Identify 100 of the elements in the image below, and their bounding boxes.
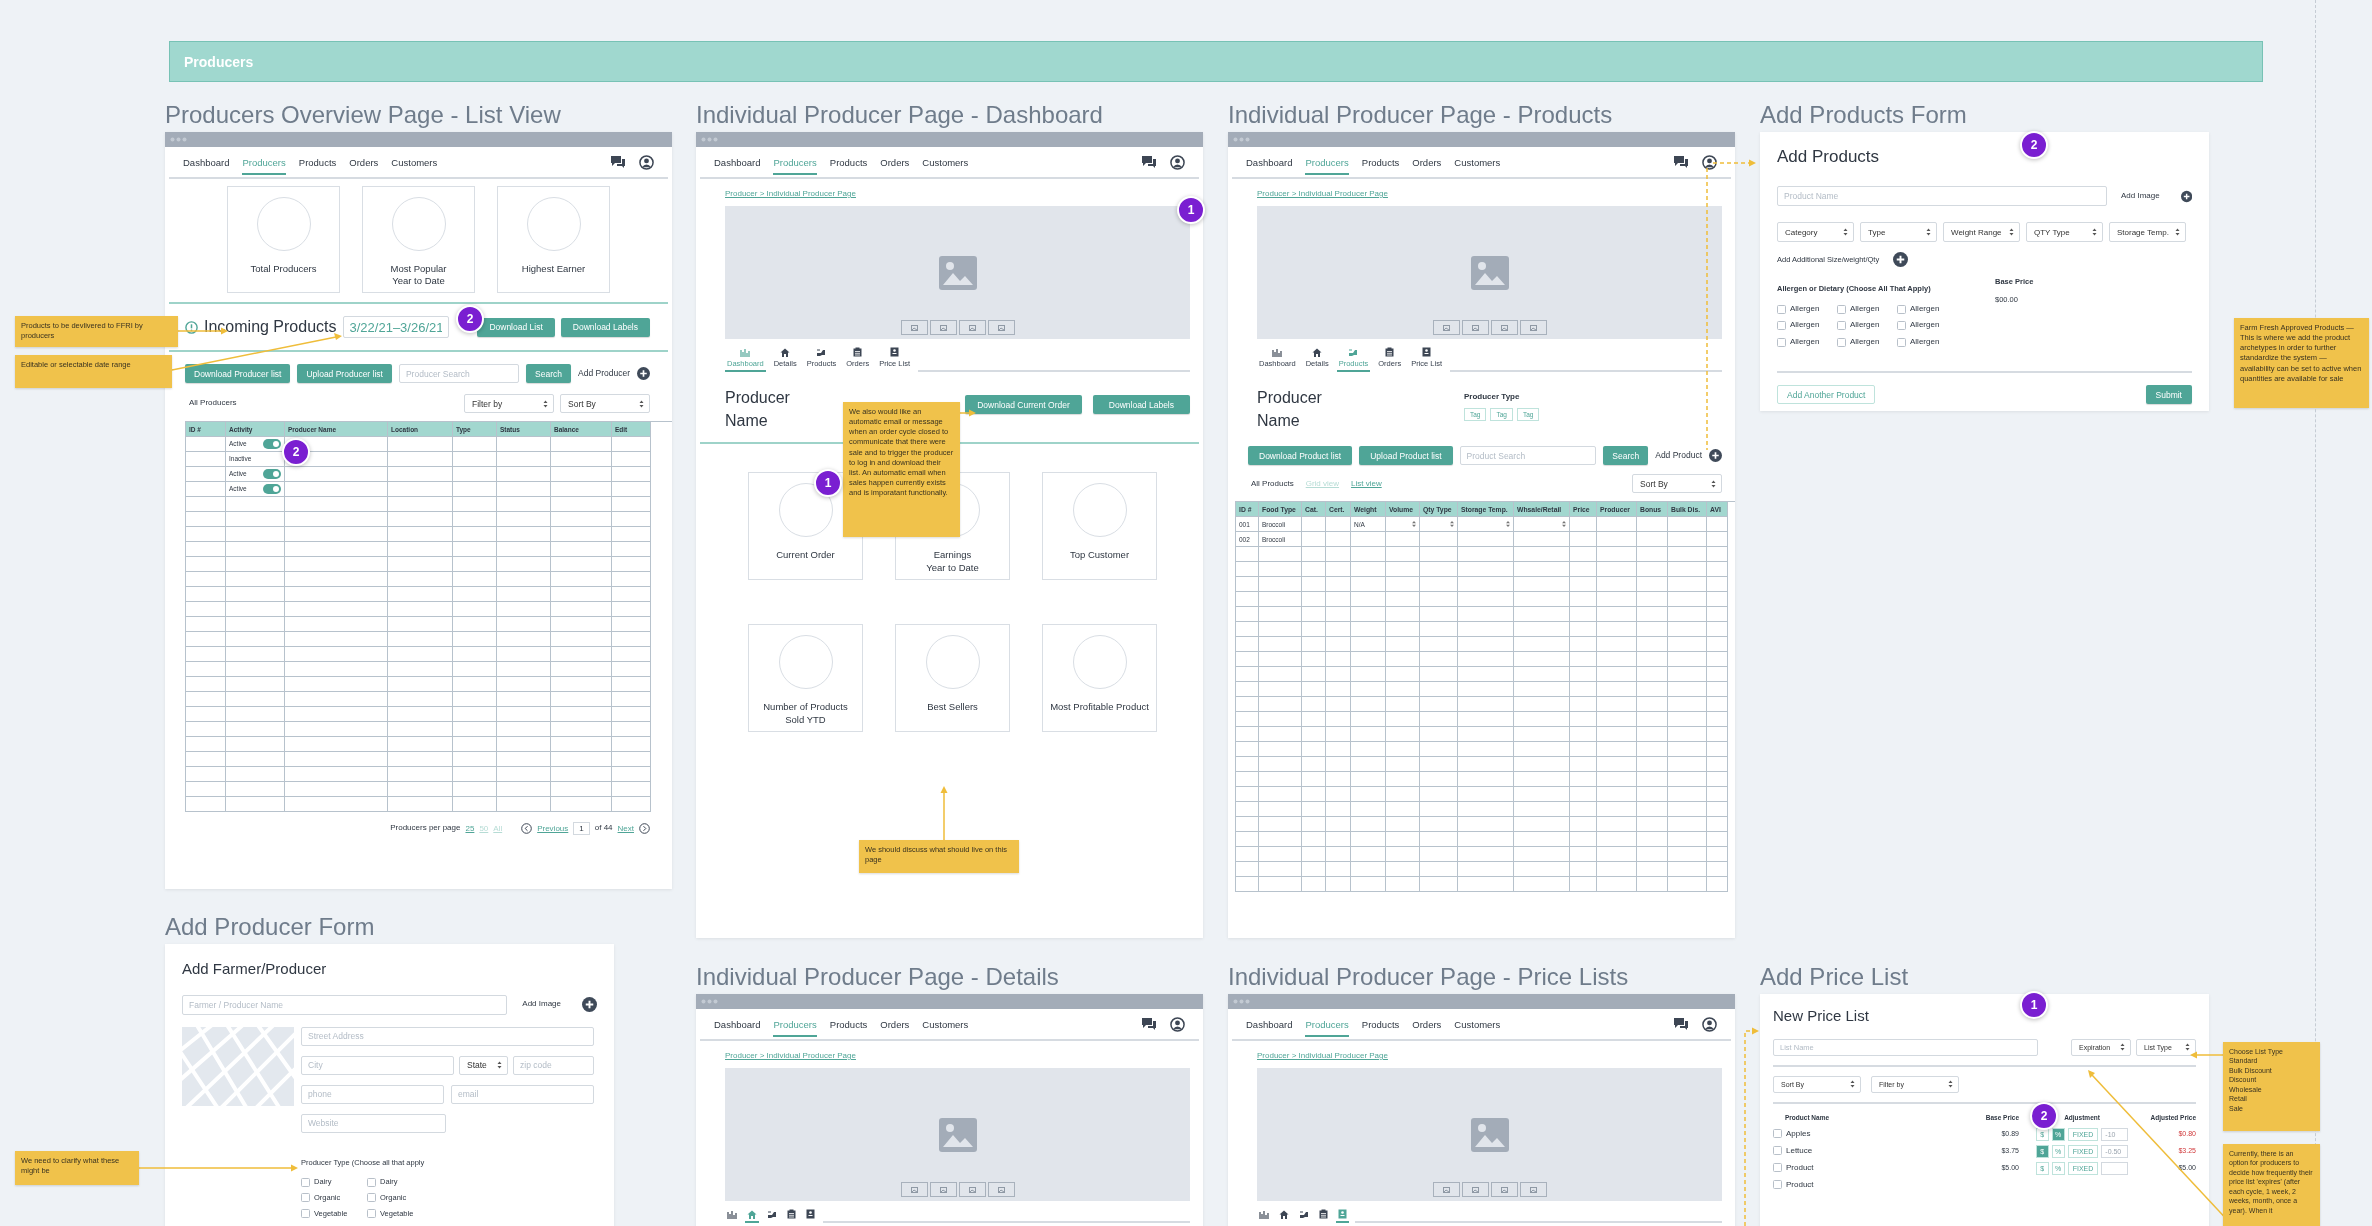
nav-link[interactable]: Customers [922, 149, 969, 175]
nav-link[interactable]: Dashboard [714, 1011, 761, 1037]
zip-field[interactable]: zip code [513, 1055, 594, 1075]
checkbox[interactable] [1773, 1129, 1782, 1139]
plus-icon[interactable] [582, 997, 597, 1012]
dropdown[interactable]: Type [1860, 222, 1937, 243]
thumbnail-button[interactable] [929, 320, 957, 335]
thumbnail-button[interactable] [900, 1182, 928, 1197]
dropdown[interactable]: Category [1777, 222, 1854, 243]
user-icon[interactable] [1170, 154, 1185, 170]
thumbnail-button[interactable] [1519, 320, 1547, 335]
nav-link[interactable]: Products [829, 149, 868, 175]
chat-icon[interactable] [1141, 1017, 1157, 1031]
thumbnail-button[interactable] [1461, 1182, 1489, 1197]
nav-link[interactable]: Dashboard [1246, 149, 1293, 175]
phone-field[interactable]: phone [301, 1084, 444, 1104]
checkbox[interactable] [1837, 337, 1846, 347]
thumbnail-button[interactable] [1519, 1182, 1547, 1197]
checkbox[interactable] [1777, 337, 1786, 347]
checkbox[interactable] [1897, 304, 1906, 314]
stepper-icon[interactable] [1412, 521, 1416, 528]
nav-link[interactable]: Customers [1454, 1011, 1501, 1037]
checkbox[interactable] [367, 1209, 376, 1219]
nav-link[interactable]: Products [1361, 149, 1400, 175]
chevron-right-icon[interactable] [639, 823, 650, 834]
email-field[interactable]: email [451, 1084, 594, 1104]
amount-field[interactable] [2101, 1161, 2129, 1175]
thumbnail-button[interactable] [1461, 320, 1489, 335]
checkbox[interactable] [1897, 337, 1906, 347]
thumbnail-button[interactable] [1490, 1182, 1518, 1197]
thumbnail-button[interactable] [1432, 1182, 1460, 1197]
page-number-field[interactable]: 1 [573, 822, 590, 835]
stepper-icon[interactable] [1450, 521, 1454, 528]
dropdown[interactable]: Sort By [1632, 474, 1722, 494]
nav-link[interactable]: Orders [880, 149, 910, 175]
city-field[interactable]: City [301, 1055, 454, 1075]
checkbox[interactable] [301, 1209, 310, 1219]
thumbnail-button[interactable] [929, 1182, 957, 1197]
chevron-left-icon[interactable] [521, 823, 533, 834]
nav-link[interactable]: Orders [349, 149, 379, 175]
nav-link[interactable]: Dashboard [183, 149, 230, 175]
toggle-switch[interactable] [263, 484, 281, 494]
toggle-switch[interactable] [263, 439, 281, 449]
nav-link[interactable]: Customers [1454, 149, 1501, 175]
search-field[interactable]: Producer Search [398, 364, 520, 383]
nav-link[interactable]: Products [1361, 1011, 1400, 1037]
user-icon[interactable] [1702, 1016, 1717, 1032]
chat-icon[interactable] [1673, 1017, 1689, 1031]
checkbox[interactable] [367, 1193, 376, 1203]
dropdown[interactable]: QTY Type [2026, 222, 2103, 243]
checkbox[interactable] [1773, 1180, 1782, 1190]
nav-link[interactable]: Customers [922, 1011, 969, 1037]
nav-link[interactable]: Dashboard [714, 149, 761, 175]
nav-link[interactable]: Orders [880, 1011, 910, 1037]
nav-link[interactable]: Products [298, 149, 337, 175]
name-field[interactable]: Farmer / Producer Name [182, 994, 507, 1015]
checkbox[interactable] [1773, 1163, 1782, 1173]
website-field[interactable]: Website [301, 1113, 446, 1133]
product-name-field[interactable]: Product Name [1777, 186, 2107, 207]
checkbox[interactable] [1897, 321, 1906, 331]
nav-link[interactable]: Products [829, 1011, 868, 1037]
checkbox[interactable] [1777, 321, 1786, 331]
user-icon[interactable] [1170, 1016, 1185, 1032]
thumbnail-button[interactable] [987, 1182, 1015, 1197]
thumbnail-button[interactable] [1490, 320, 1518, 335]
nav-link[interactable]: Dashboard [1246, 1011, 1293, 1037]
nav-link[interactable]: Orders [1412, 1011, 1442, 1037]
checkbox[interactable] [301, 1177, 310, 1187]
stepper-icon[interactable] [1562, 521, 1566, 528]
plus-icon[interactable] [637, 367, 650, 380]
checkbox[interactable] [1837, 321, 1846, 331]
chat-icon[interactable] [1673, 155, 1689, 169]
search-field[interactable]: Product Search [1459, 446, 1597, 466]
thumbnail-button[interactable] [958, 1182, 986, 1197]
chat-icon[interactable] [610, 155, 626, 169]
thumbnail-button[interactable] [1432, 320, 1460, 335]
toggle-switch[interactable] [263, 469, 281, 479]
user-icon[interactable] [1702, 154, 1717, 170]
checkbox[interactable] [1773, 1146, 1782, 1156]
stepper-icon[interactable] [1506, 521, 1510, 528]
dropdown[interactable]: Storage Temp. [2109, 222, 2186, 243]
plus-icon[interactable] [1893, 252, 1909, 268]
plus-icon[interactable] [1709, 449, 1722, 463]
checkbox[interactable] [1837, 304, 1846, 314]
thumbnail-button[interactable] [987, 320, 1015, 335]
dropdown[interactable]: Weight Range [1943, 222, 2020, 243]
dropdown[interactable]: Sort By [560, 394, 650, 413]
plus-icon[interactable] [2180, 188, 2192, 204]
checkbox[interactable] [301, 1193, 310, 1203]
user-icon[interactable] [639, 154, 654, 170]
street-field[interactable]: Street Address [301, 1026, 594, 1046]
checkbox[interactable] [1777, 304, 1786, 314]
nav-link[interactable]: Orders [1412, 149, 1442, 175]
nav-link[interactable]: Customers [391, 149, 438, 175]
thumbnail-button[interactable] [900, 320, 928, 335]
dropdown[interactable]: Filter by [464, 394, 554, 413]
dropdown[interactable]: State [459, 1055, 508, 1075]
comment-marker[interactable]: 1 [2020, 991, 2048, 1019]
chat-icon[interactable] [1141, 155, 1157, 169]
thumbnail-button[interactable] [958, 320, 986, 335]
